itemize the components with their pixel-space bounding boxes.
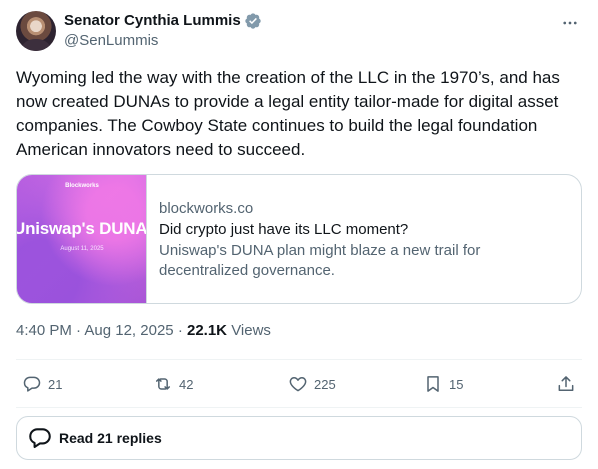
bookmark-count: 15 [449, 376, 464, 392]
heart-icon [289, 377, 307, 392]
divider [16, 359, 582, 360]
tweet-text: Wyoming led the way with the creation of… [16, 68, 560, 159]
meta-separator: · [76, 322, 82, 339]
reply-count: 21 [48, 376, 63, 392]
thumbnail-date-text: August 11, 2025 [60, 246, 104, 252]
read-replies-label: Read 21 replies [59, 430, 162, 446]
share-button[interactable] [556, 373, 576, 395]
share-icon [558, 376, 574, 391]
thumbnail-logo-text: Blockworks [65, 183, 99, 189]
link-card-thumbnail[interactable]: Blockworks Uniswap's DUNA pl August 11, … [17, 175, 147, 303]
link-card-title[interactable]: Did crypto just have its LLC moment? [159, 220, 519, 240]
author-name-row: Senator Cynthia Lummis [64, 11, 262, 31]
bookmark-button[interactable]: 15 [423, 373, 463, 395]
avatar[interactable] [16, 11, 56, 51]
meta-separator: · [177, 322, 183, 339]
repost-count: 42 [179, 376, 194, 392]
bookmark-icon [427, 376, 439, 392]
reply-button[interactable]: 21 [22, 373, 62, 395]
views-label: Views [231, 322, 271, 339]
action-bar: 21 42 225 15 [16, 373, 582, 395]
divider [16, 407, 582, 408]
tweet-meta: 4:40 PM · Aug 12, 2025 · 22.1K Views [16, 321, 271, 341]
link-card[interactable]: Blockworks Uniswap's DUNA pl August 11, … [16, 174, 582, 304]
link-card-info: blockworks.co Did crypto just have its L… [147, 175, 519, 303]
thumbnail-title-text: Uniswap's DUNA pl [17, 219, 147, 238]
views-count[interactable]: 22.1K [187, 322, 227, 339]
tweet-time[interactable]: 4:40 PM [16, 322, 72, 339]
like-button[interactable]: 225 [288, 373, 336, 395]
read-replies-button[interactable]: Read 21 replies [16, 416, 582, 460]
more-options-icon[interactable] [558, 11, 582, 35]
link-card-description: Uniswap's DUNA plan might blaze a new tr… [159, 242, 481, 279]
link-card-domain[interactable]: blockworks.co [159, 199, 519, 219]
reply-bubble-icon [29, 428, 51, 449]
reply-icon [23, 376, 41, 392]
verified-badge-icon [244, 12, 262, 30]
tweet: Senator Cynthia Lummis @SenLummis Wyomin… [0, 0, 598, 469]
tweet-date[interactable]: Aug 12, 2025 [84, 322, 173, 339]
tweet-header: Senator Cynthia Lummis @SenLummis [16, 11, 582, 53]
author-name[interactable]: Senator Cynthia Lummis [64, 11, 241, 31]
like-count: 225 [314, 376, 336, 392]
repost-button[interactable]: 42 [153, 373, 193, 395]
author-handle[interactable]: @SenLummis [64, 31, 262, 51]
repost-icon [156, 378, 170, 390]
author-identity: Senator Cynthia Lummis @SenLummis [64, 11, 262, 51]
